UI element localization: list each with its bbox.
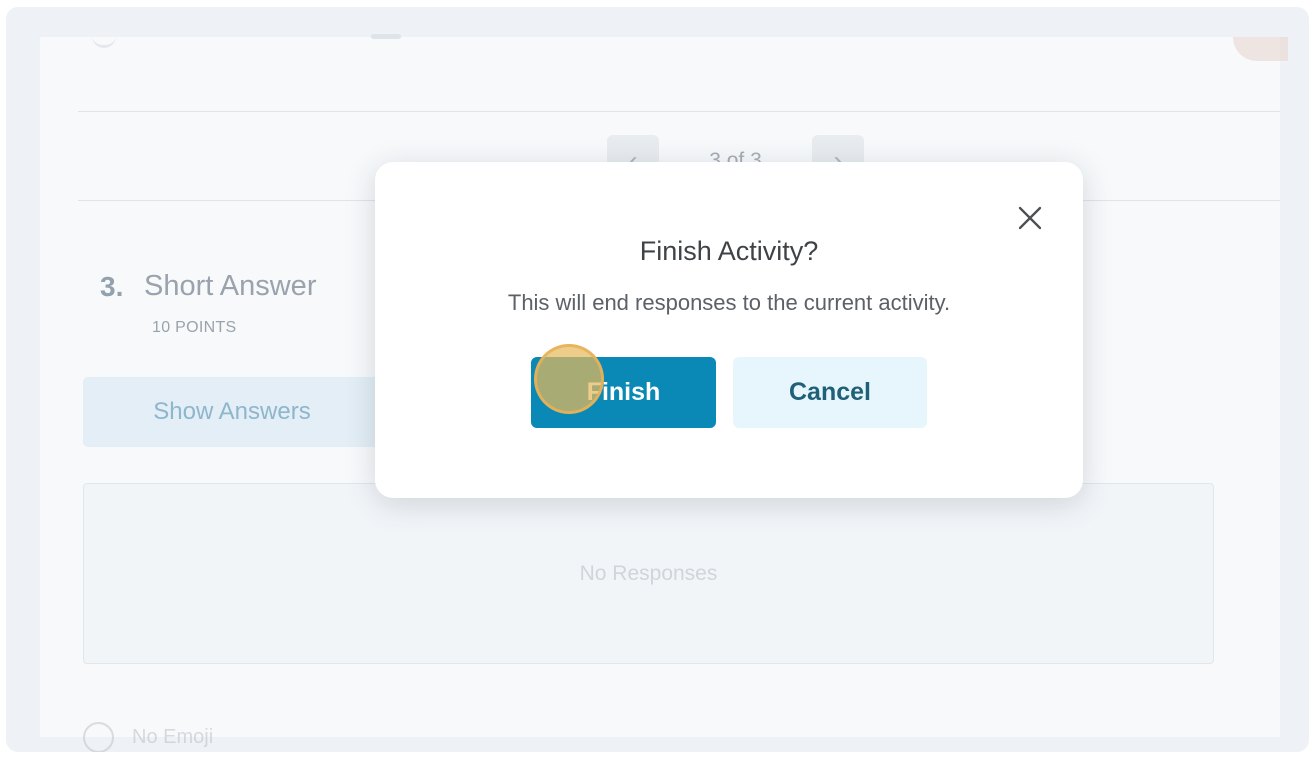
empty-responses-message: No Responses [579, 562, 718, 585]
dialog-title: Finish Activity? [639, 236, 819, 266]
responses-panel: No Responses [83, 483, 1214, 664]
question-points: 10 POINTS [152, 319, 237, 336]
cancel-button[interactable]: Cancel [733, 357, 927, 428]
bottom-option-label: No Emoji [132, 725, 214, 748]
finish-activity-dialog: Finish Activity? This will end responses… [375, 162, 1083, 498]
header-divider [78, 111, 1280, 112]
question-number: 3. [100, 271, 124, 302]
emoji-icon [83, 721, 114, 752]
dialog-message: This will end responses to the current a… [507, 290, 951, 315]
show-answers-button[interactable]: Show Answers [83, 377, 381, 447]
top-text-fragment [371, 34, 401, 39]
bottom-option-row: No Emoji [83, 721, 333, 752]
close-icon [1018, 206, 1042, 230]
top-icon-fragment [92, 14, 116, 48]
question-title: Short Answer [144, 270, 317, 302]
close-dialog-button[interactable] [1012, 200, 1048, 236]
finish-button[interactable]: Finish [531, 357, 716, 428]
